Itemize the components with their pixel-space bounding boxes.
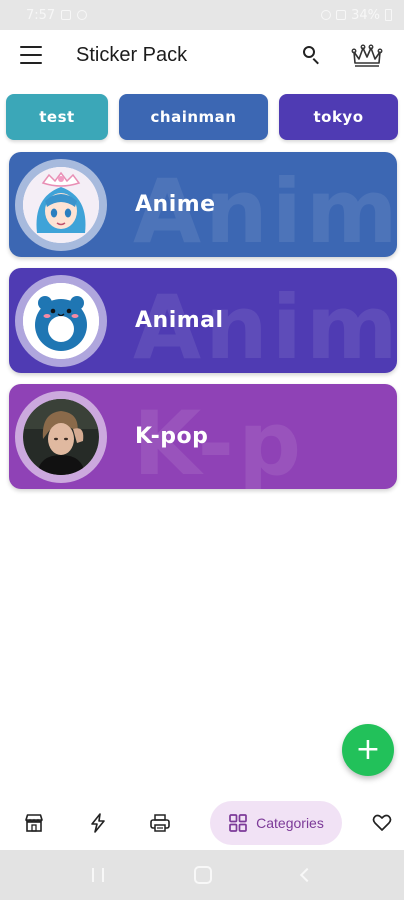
category-label: Animal (135, 308, 224, 333)
category-thumbnail (15, 158, 107, 251)
nav-categories[interactable]: Categories (210, 801, 342, 845)
battery-percent: 34% (351, 7, 380, 23)
kpop-photo-image (23, 398, 99, 475)
category-label: Anime (135, 192, 216, 217)
nav-favorites[interactable] (370, 801, 394, 845)
recents-icon[interactable] (92, 868, 104, 882)
category-card-anime[interactable]: Anim Anime (9, 152, 397, 257)
store-icon (25, 814, 43, 832)
category-card-kpop[interactable]: K-p K-pop (9, 384, 397, 489)
grid-icon (229, 814, 247, 832)
nav-store[interactable] (22, 801, 46, 845)
tag-chips: test chainman tokyo (6, 94, 398, 140)
nav-trending[interactable] (86, 801, 110, 845)
tag-chip-test[interactable]: test (6, 94, 108, 140)
signal-icon (336, 10, 347, 20)
category-thumbnail (15, 274, 107, 367)
anime-girl-image (23, 166, 99, 243)
tag-chip-chainman[interactable]: chainman (119, 94, 268, 140)
page-title: Sticker Pack (76, 43, 188, 66)
animal-ring-image (23, 282, 99, 359)
nav-categories-label: Categories (256, 815, 324, 831)
category-thumbnail (15, 390, 107, 483)
lightning-icon (91, 813, 105, 833)
menu-icon[interactable] (20, 46, 42, 64)
back-icon[interactable] (299, 867, 315, 883)
nav-maker[interactable] (148, 801, 172, 845)
category-label: K-pop (135, 424, 209, 449)
system-nav-bar (0, 850, 404, 900)
search-icon[interactable] (300, 43, 324, 67)
printer-icon (150, 814, 170, 832)
wifi-icon (321, 10, 332, 20)
add-button[interactable]: + (342, 724, 394, 776)
status-time: 7:57 (26, 7, 56, 23)
app-bar: Sticker Pack (0, 30, 404, 80)
home-icon[interactable] (194, 866, 212, 884)
tag-chip-tokyo[interactable]: tokyo (279, 94, 398, 140)
category-list: Anim Anime Anim Animal K-p K-pop (9, 152, 397, 489)
battery-icon (385, 9, 392, 21)
heart-icon (372, 814, 392, 831)
status-bar: 7:57 34% (0, 0, 404, 30)
gallery-icon (61, 10, 72, 20)
bottom-nav: Categories (0, 796, 404, 850)
category-card-animal[interactable]: Anim Animal (9, 268, 397, 373)
sync-icon (77, 10, 88, 20)
crown-icon[interactable] (350, 42, 384, 68)
